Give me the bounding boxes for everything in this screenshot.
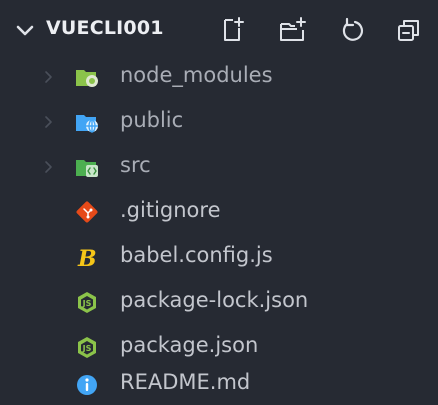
tree-item-label: .gitignore	[120, 198, 221, 222]
tree-item-public[interactable]: public	[0, 101, 438, 144]
tree-item-label: babel.config.js	[120, 243, 273, 267]
git-icon	[74, 201, 100, 225]
explorer-header[interactable]: VUECLI001	[0, 0, 438, 60]
refresh-icon[interactable]	[336, 14, 368, 46]
svg-text:JS: JS	[82, 344, 92, 353]
nodejs-icon: JS	[74, 291, 100, 315]
tree-item-package-lock[interactable]: JS package-lock.json	[0, 281, 438, 324]
tree-item-src[interactable]: src	[0, 146, 438, 189]
tree-item-babel-config[interactable]: B babel.config.js	[0, 236, 438, 279]
node-folder-icon	[74, 66, 100, 90]
svg-text:JS: JS	[82, 299, 92, 308]
info-icon	[74, 373, 100, 397]
tree-item-label: src	[120, 153, 151, 177]
explorer-title: VUECLI001	[46, 17, 164, 39]
tree-item-node-modules[interactable]: node_modules	[0, 56, 438, 99]
tree-item-label: public	[120, 108, 184, 132]
new-folder-icon[interactable]	[276, 14, 308, 46]
chevron-right-icon[interactable]	[40, 159, 56, 175]
collapse-all-icon[interactable]	[392, 14, 424, 46]
chevron-down-icon[interactable]	[14, 20, 36, 42]
tree-item-label: package.json	[120, 333, 259, 357]
babel-icon: B	[74, 246, 100, 272]
public-folder-icon	[74, 111, 100, 135]
tree-item-label: package-lock.json	[120, 288, 309, 312]
svg-text:B: B	[77, 246, 97, 270]
tree-item-label: README.md	[120, 370, 251, 394]
tree-item-gitignore[interactable]: .gitignore	[0, 191, 438, 234]
nodejs-icon: JS	[74, 336, 100, 360]
new-file-icon[interactable]	[216, 14, 248, 46]
tree-item-label: node_modules	[120, 63, 273, 87]
chevron-right-icon[interactable]	[40, 69, 56, 85]
chevron-right-icon[interactable]	[40, 114, 56, 130]
explorer-panel: VUECLI001 node_modules public src .gitig…	[0, 0, 438, 405]
tree-item-readme[interactable]: README.md	[0, 363, 438, 405]
src-folder-icon	[74, 156, 100, 180]
